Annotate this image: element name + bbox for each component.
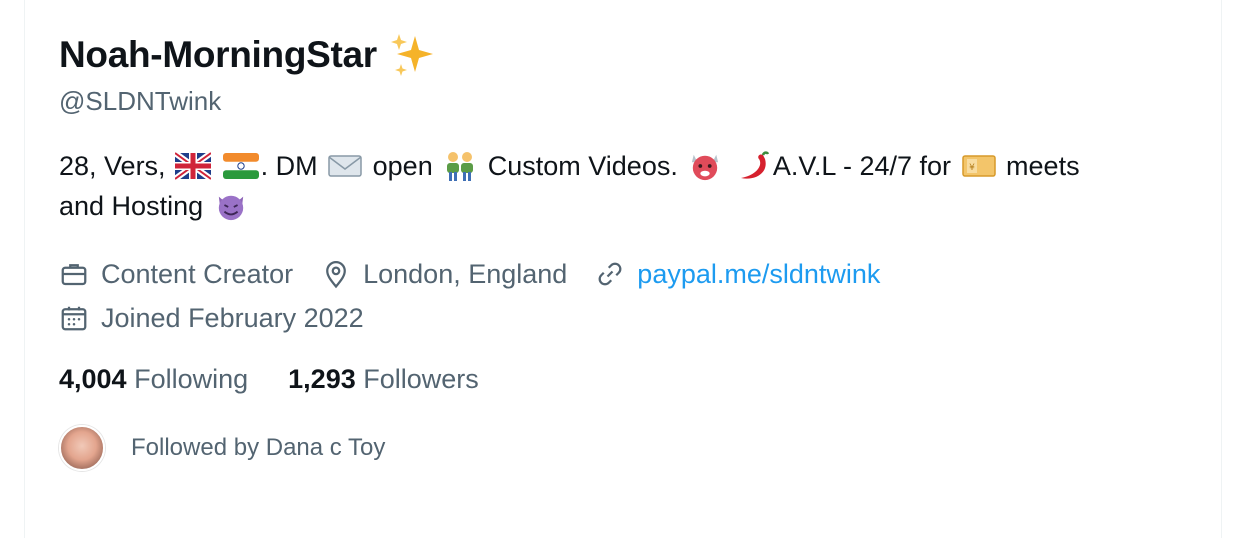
location-label: London, England — [363, 258, 568, 289]
meta-row: Joined February 2022 — [59, 298, 908, 338]
profile-card: Noah-MorningStar @SLDNTwink 28, Vers, . … — [24, 0, 1222, 538]
envelope-icon — [328, 155, 362, 177]
smiling-devil-face-icon — [218, 195, 243, 221]
profession-item: Content Creator — [59, 259, 293, 290]
profile-bio: 28, Vers, . DM open Custom Videos. A.V.L… — [59, 146, 1189, 226]
website-link[interactable]: paypal.me/sldntwink — [637, 259, 880, 290]
following-stat[interactable]: 4,004 Following — [59, 364, 248, 395]
horned-devil-face-icon — [692, 154, 719, 181]
following-label: Following — [134, 364, 249, 394]
link-icon — [598, 262, 622, 286]
joined-label: Joined February 2022 — [101, 302, 364, 333]
followed-by-row[interactable]: Followed by Dana c Toy — [59, 425, 385, 471]
followers-label: Followers — [363, 364, 479, 394]
follower-avatar[interactable] — [59, 425, 105, 471]
followers-stat[interactable]: 1,293 Followers — [288, 364, 479, 395]
sparkles-icon — [390, 34, 433, 76]
joined-item: Joined February 2022 — [59, 303, 364, 334]
profile-handle: @SLDNTwink — [59, 86, 222, 116]
location-item: London, England — [321, 259, 567, 290]
bio-text: and Hosting — [59, 191, 204, 221]
briefcase-icon — [61, 264, 87, 286]
bio-text: meets — [1006, 151, 1080, 181]
profession-label: Content Creator — [101, 258, 294, 289]
bio-text: . DM — [260, 151, 318, 181]
yen-banknote-icon: ¥ — [961, 155, 996, 177]
meta-row: Content Creator London, England paypal.m… — [59, 254, 908, 294]
bio-text: Custom Videos. — [487, 151, 678, 181]
location-pin-icon — [326, 261, 346, 289]
display-name: Noah-MorningStar — [59, 34, 377, 75]
two-people-icon — [447, 152, 474, 181]
followers-count: 1,293 — [288, 364, 356, 394]
bio-text: A.V.L - 24/7 for — [772, 151, 952, 181]
chili-pepper-icon — [740, 151, 770, 179]
website-item[interactable]: paypal.me/sldntwink — [595, 259, 880, 290]
followed-by-text: Followed by Dana c Toy — [131, 434, 386, 461]
following-count: 4,004 — [59, 364, 127, 394]
calendar-icon — [61, 306, 87, 331]
profile-name-row: Noah-MorningStar — [59, 32, 435, 78]
bio-text: 28, Vers, — [59, 151, 166, 181]
uk-flag-icon — [175, 151, 212, 181]
india-flag-icon — [222, 153, 259, 179]
profile-stats: 4,004 Following 1,293 Followers — [59, 364, 519, 395]
profile-meta: Content Creator London, England paypal.m… — [59, 254, 908, 342]
bio-text: open — [372, 151, 433, 181]
svg-text:¥: ¥ — [969, 163, 975, 173]
